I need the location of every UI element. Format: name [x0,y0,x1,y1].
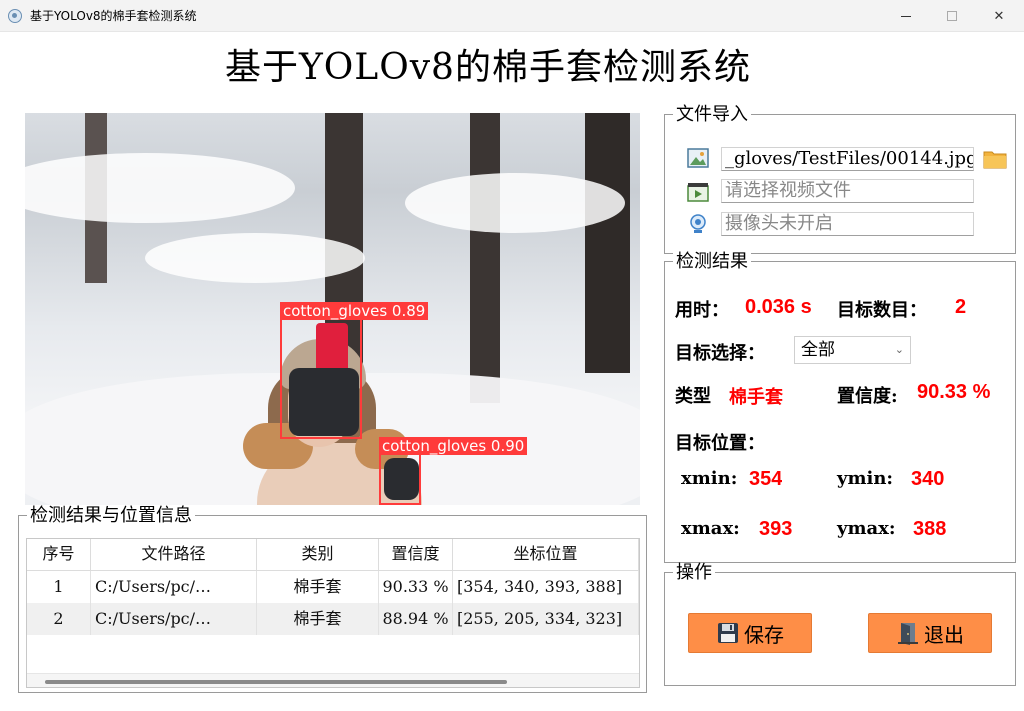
ymin-value: 340 [911,468,945,490]
chevron-down-icon: ⌄ [894,343,904,356]
table-group: 检测结果与位置信息 序号 文件路径 类别 置信度 坐标位置 1 C:/Users… [18,506,647,693]
ymax-label: ymax: [837,518,896,539]
bbox-label-2: cotton_gloves 0.90 [379,437,528,455]
save-button[interactable]: 保存 [688,613,812,653]
header-index[interactable]: 序号 [27,539,91,571]
exit-button-label: 退出 [924,622,964,647]
xmin-value: 354 [749,468,783,490]
results-title: 检测结果 [673,252,751,272]
cell-index: 2 [27,603,91,635]
header-file-path[interactable]: 文件路径 [91,539,257,571]
table-row[interactable]: 1 C:/Users/pc/… 棉手套 90.33 % [354, 340, 3… [27,571,639,603]
cell-coordinates: [354, 340, 393, 388] [453,571,639,603]
save-button-label: 保存 [744,622,784,647]
minimize-button[interactable] [883,0,929,32]
xmax-label: xmax: [681,518,740,539]
results-table[interactable]: 序号 文件路径 类别 置信度 坐标位置 1 C:/Users/pc/… 棉手套 … [26,538,640,688]
table-title: 检测结果与位置信息 [27,506,195,526]
position-label: 目标位置： [675,433,765,454]
operations-group: 操作 保存 退出 [664,563,1016,686]
app-icon [8,9,22,23]
file-import-title: 文件导入 [673,105,751,125]
window-titlebar: 基于YOLOv8的棉手套检测系统 ✕ [0,0,1024,32]
minimize-icon [901,15,911,17]
cell-confidence: 88.94 % [379,603,453,635]
ymax-value: 388 [913,518,947,540]
file-import-group: 文件导入 _gloves/TestFiles/00144.jpg 请选择视频文件… [664,105,1016,254]
table-header: 序号 文件路径 类别 置信度 坐标位置 [27,539,639,571]
detection-image: cotton_gloves 0.89 cotton_gloves 0.90 [25,113,640,505]
close-icon: ✕ [993,8,1005,24]
cell-index: 1 [27,571,91,603]
target-select[interactable]: 全部 ⌄ [794,336,911,364]
save-icon [718,623,738,643]
cell-class: 棉手套 [257,603,379,635]
type-value: 棉手套 [729,387,783,408]
target-select-label: 目标选择： [675,343,765,364]
video-path-field[interactable]: 请选择视频文件 [721,179,974,203]
confidence-label: 置信度: [837,386,898,407]
target-select-value: 全部 [801,340,835,360]
horizontal-scrollbar[interactable] [27,673,639,687]
cell-confidence: 90.33 % [379,571,453,603]
type-label: 类型 [675,386,711,407]
bbox-label-1: cotton_gloves 0.89 [280,302,429,320]
window-title: 基于YOLOv8的棉手套检测系统 [30,9,197,23]
ymin-label: ymin: [837,468,894,489]
results-group: 检测结果 用时： 0.036 s 目标数目： 2 目标选择： 全部 ⌄ 类型 棉… [664,252,1016,563]
bbox-detection-2 [379,453,421,505]
cell-coordinates: [255, 205, 334, 323] [453,603,639,635]
exit-door-icon [898,623,918,645]
camera-status-field[interactable]: 摄像头未开启 [721,212,974,236]
close-button[interactable]: ✕ [976,0,1022,32]
camera-icon[interactable] [687,213,709,235]
maximize-button[interactable] [929,0,975,32]
bbox-detection-1 [280,318,362,439]
header-confidence[interactable]: 置信度 [379,539,453,571]
cell-file-path: C:/Users/pc/… [91,603,257,635]
folder-icon[interactable] [983,149,1007,169]
time-value: 0.036 s [745,296,812,318]
image-path-field[interactable]: _gloves/TestFiles/00144.jpg [721,147,974,171]
page-title: 基于YOLOv8的棉手套检测系统 [225,47,751,88]
cell-file-path: C:/Users/pc/… [91,571,257,603]
operations-title: 操作 [673,563,715,583]
header-coordinates[interactable]: 坐标位置 [453,539,639,571]
count-value: 2 [955,296,967,318]
maximize-icon [947,11,957,21]
table-row[interactable]: 2 C:/Users/pc/… 棉手套 88.94 % [255, 205, 3… [27,603,639,635]
xmax-value: 393 [759,518,793,540]
exit-button[interactable]: 退出 [868,613,992,653]
time-label: 用时： [675,300,729,321]
xmin-label: xmin: [681,468,738,489]
header-class[interactable]: 类别 [257,539,379,571]
confidence-value: 90.33 % [917,381,991,403]
cell-class: 棉手套 [257,571,379,603]
video-icon[interactable] [687,181,709,203]
image-icon[interactable] [687,147,709,169]
count-label: 目标数目： [837,300,927,321]
scrollbar-thumb[interactable] [45,680,507,684]
